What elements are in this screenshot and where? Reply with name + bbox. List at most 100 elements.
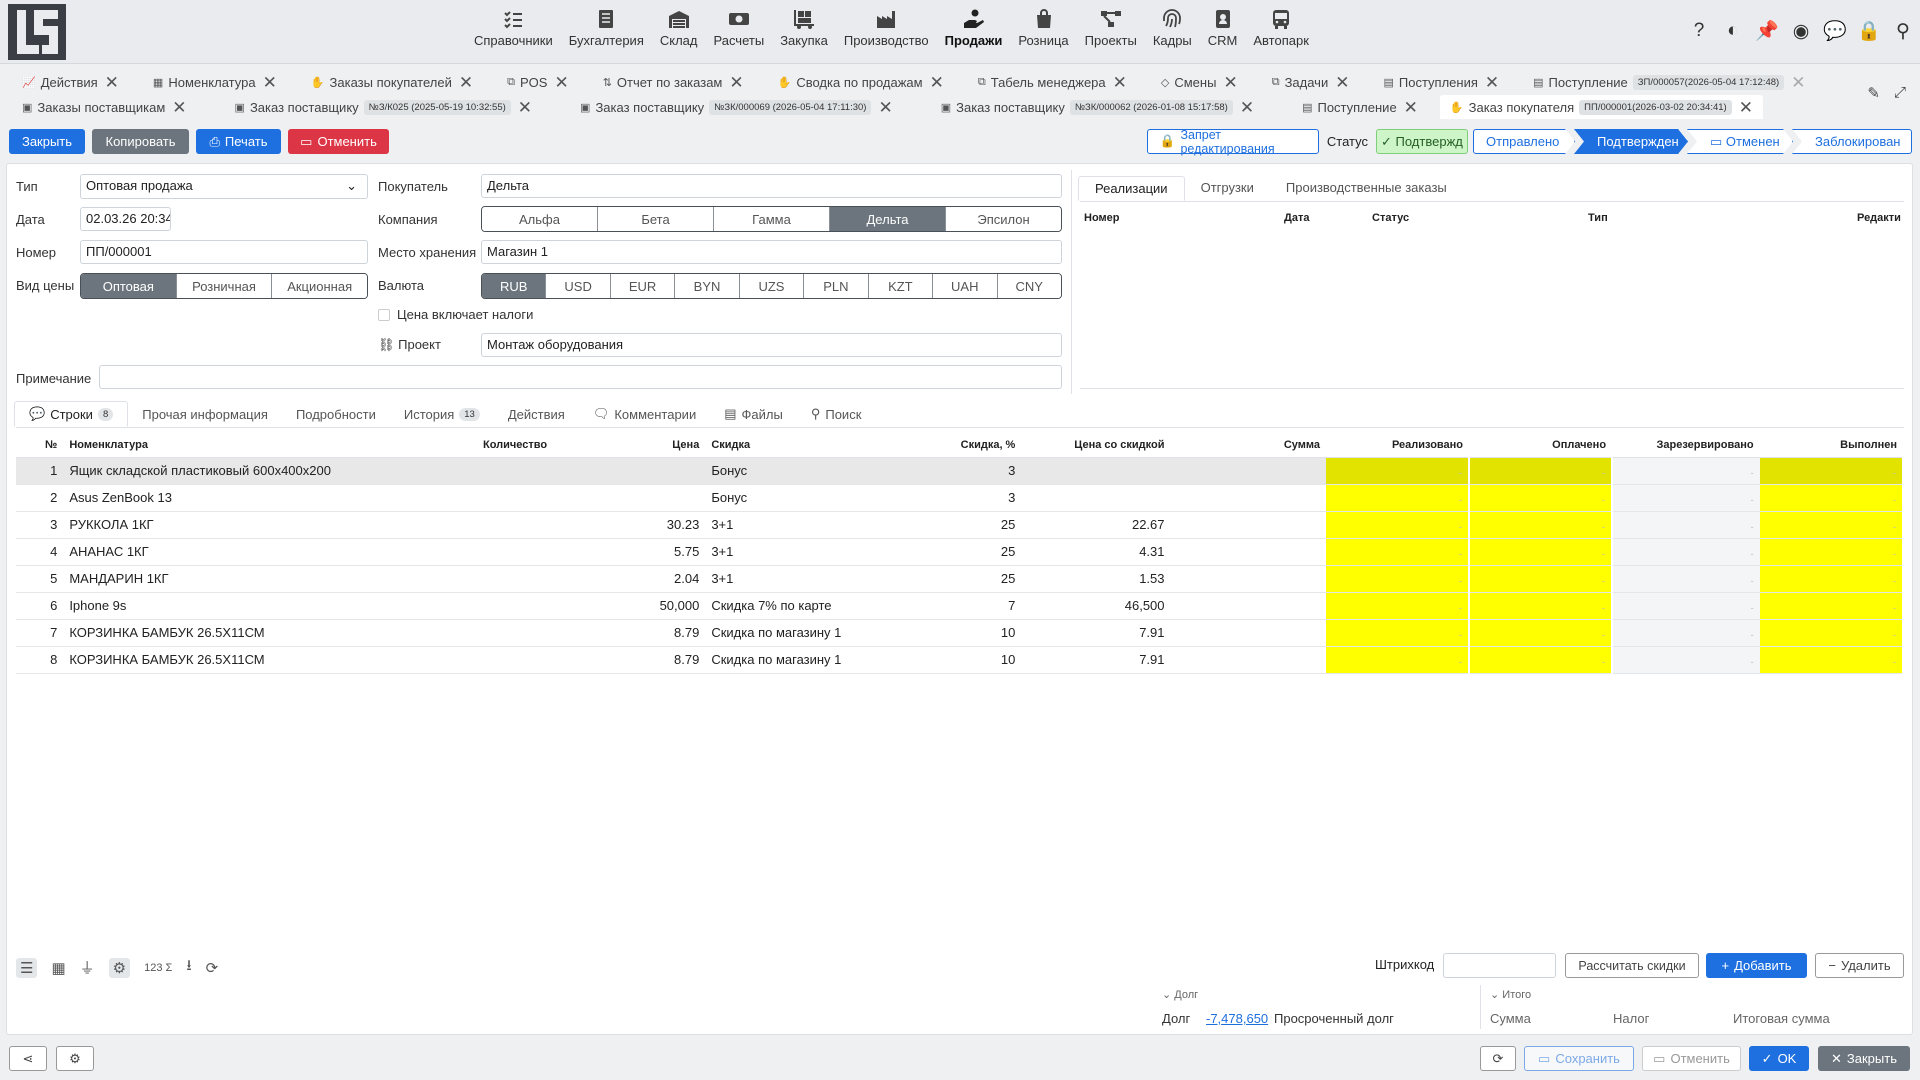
cell-index[interactable]: 2 [16, 484, 64, 512]
tab-customer-order[interactable]: ✋ Заказ покупателя ПП/000001(2026-03-02 20… [1439, 95, 1763, 119]
cell-discount-pct[interactable]: 3 [890, 484, 1022, 512]
close-icon[interactable]: ✕ [729, 74, 743, 91]
print-button[interactable]: ⎙ Печать [196, 129, 281, 154]
tab-nomenclature[interactable]: ▦ Номенклатура ✕ [149, 70, 281, 94]
close-icon[interactable]: ✕ [1335, 74, 1349, 91]
cell-quantity[interactable] [477, 484, 584, 512]
cell-price[interactable]: 8.79 [583, 646, 706, 674]
step-blocked[interactable]: Заблокирован [1792, 129, 1912, 154]
close-icon[interactable]: ✕ [172, 99, 186, 116]
cell-discount[interactable]: Бонус [705, 484, 891, 512]
col-discounted-price[interactable]: Цена со скидкой [1021, 433, 1171, 458]
tab-receipts[interactable]: ▤ Поступления ✕ [1379, 70, 1503, 94]
menu-references[interactable]: Справочники [466, 8, 561, 48]
sync-icon[interactable]: ⟳ [206, 959, 219, 977]
close-icon[interactable]: ✕ [518, 99, 532, 116]
currency-rub[interactable]: RUB [482, 274, 547, 298]
help-icon[interactable]: ? [1688, 20, 1710, 42]
tab-actions[interactable]: Действия [494, 403, 579, 426]
cell-index[interactable]: 6 [16, 592, 64, 620]
cell-realized[interactable]: - [1326, 619, 1471, 647]
status-badge[interactable]: ✓ Подтвержд [1376, 129, 1468, 154]
col-quantity[interactable]: Количество [477, 433, 584, 458]
cell-realized[interactable]: - [1326, 484, 1471, 512]
cell-discount-pct[interactable]: 10 [890, 646, 1022, 674]
currency-eur[interactable]: EUR [610, 274, 676, 298]
cell-quantity[interactable] [477, 538, 584, 566]
cell-reserved[interactable]: - [1612, 538, 1760, 566]
menu-payments[interactable]: Расчеты [705, 8, 772, 48]
price-kind-promo[interactable]: Акционная [272, 274, 367, 298]
cell-quantity[interactable] [477, 646, 584, 674]
cell-paid[interactable]: - [1469, 457, 1614, 485]
save-button[interactable]: ▭ Сохранить [1524, 1046, 1634, 1071]
cell-paid[interactable]: - [1469, 619, 1614, 647]
col-nomenclature[interactable]: Номенклатура [63, 433, 478, 458]
tab-customer-orders[interactable]: ✋ Заказы покупателей ✕ [307, 70, 477, 94]
currency-usd[interactable]: USD [546, 274, 611, 298]
cell-discounted-price[interactable]: 22.67 [1021, 511, 1171, 539]
table-row[interactable]: 5 МАНДАРИН 1КГ 2.04 3+1 25 1.53 - - - - [16, 565, 1905, 593]
cell-discount[interactable]: 3+1 [705, 565, 891, 593]
cell-sum[interactable] [1170, 538, 1327, 566]
eye-icon[interactable]: ◉ [1790, 20, 1812, 42]
currency-cny[interactable]: CNY [997, 274, 1061, 298]
cell-nomenclature[interactable]: Asus ZenBook 13 [63, 484, 478, 512]
table-row[interactable]: 7 КОРЗИНКА БАМБУК 26.5Х11СМ 8.79 Скидка по … [16, 619, 1905, 647]
cell-discount[interactable]: Скидка по магазину 1 [705, 619, 891, 647]
cell-price[interactable]: 8.79 [583, 619, 706, 647]
col-type[interactable]: Тип [1588, 212, 1608, 224]
cell-price[interactable]: 50,000 [583, 592, 706, 620]
close-icon[interactable]: ✕ [1113, 74, 1127, 91]
tab-realizations[interactable]: Реализации [1078, 176, 1185, 201]
expand-icon[interactable]: ⤢ [1894, 84, 1906, 102]
cell-discounted-price[interactable]: 1.53 [1021, 565, 1171, 593]
cell-reserved[interactable]: - [1612, 511, 1760, 539]
table-row[interactable]: 8 КОРЗИНКА БАМБУК 26.5Х11СМ 8.79 Скидка по … [16, 646, 1905, 674]
cell-done[interactable]: - [1759, 457, 1905, 485]
cell-done[interactable]: - [1759, 484, 1905, 512]
cancel-document-button[interactable]: ▭ Отменить [288, 129, 389, 154]
cell-sum[interactable] [1170, 484, 1327, 512]
cell-reserved[interactable]: - [1612, 457, 1760, 485]
cell-discount[interactable]: 3+1 [705, 511, 891, 539]
step-cancelled[interactable]: ▭ Отменен [1687, 129, 1793, 154]
col-editor[interactable]: Редакти [1857, 212, 1901, 224]
table-row[interactable]: 6 Iphone 9s 50,000 Скидка 7% по карте 7 46,50… [16, 592, 1905, 620]
list-view-icon[interactable]: ☰ [16, 957, 38, 978]
cell-discounted-price[interactable]: 7.91 [1021, 619, 1171, 647]
date-field[interactable]: 02.03.26 20:34 [80, 207, 171, 231]
tab-supplier-order-2[interactable]: ▣ Заказ поставщику №ЗК/000069 (2026-05-04 … [576, 95, 897, 119]
menu-hr[interactable]: Кадры [1145, 8, 1200, 48]
price-kind-retail[interactable]: Розничная [176, 274, 273, 298]
currency-byn[interactable]: BYN [675, 274, 740, 298]
cell-reserved[interactable]: - [1612, 592, 1760, 620]
menu-sales[interactable]: Продажи [937, 8, 1011, 48]
close-icon[interactable]: ✕ [1485, 74, 1499, 91]
tab-tasks[interactable]: ⧉ Задачи ✕ [1268, 70, 1354, 94]
tab-shifts[interactable]: ◇ Смены ✕ [1157, 70, 1242, 94]
cell-discounted-price[interactable]: 4.31 [1021, 538, 1171, 566]
cell-sum[interactable] [1170, 565, 1327, 593]
theme-contrast-icon[interactable]: ◐ [1722, 20, 1744, 42]
cell-quantity[interactable] [477, 565, 584, 593]
cell-discount[interactable]: Бонус [705, 457, 891, 485]
cell-discount-pct[interactable]: 25 [890, 511, 1022, 539]
cell-paid[interactable]: - [1469, 565, 1614, 593]
cell-nomenclature[interactable]: МАНДАРИН 1КГ [63, 565, 478, 593]
cell-realized[interactable]: - [1326, 457, 1471, 485]
cell-realized[interactable]: - [1326, 646, 1471, 674]
menu-accounting[interactable]: Бухгалтерия [561, 8, 652, 48]
cell-quantity[interactable] [477, 592, 584, 620]
copy-button[interactable]: Копировать [92, 129, 189, 154]
close-icon[interactable]: ✕ [105, 74, 119, 91]
company-epsilon[interactable]: Эпсилон [946, 207, 1061, 231]
tab-shipments[interactable]: Отгрузки [1185, 176, 1270, 201]
tab-actions[interactable]: 📈 Действия ✕ [18, 70, 123, 94]
cell-sum[interactable] [1170, 619, 1327, 647]
number-field[interactable]: ПП/000001 [80, 240, 368, 264]
tab-order-report[interactable]: ⇅ Отчет по заказам ✕ [599, 70, 748, 94]
col-date[interactable]: Дата [1284, 212, 1309, 224]
menu-projects[interactable]: Проекты [1077, 8, 1145, 48]
menu-fleet[interactable]: Автопарк [1245, 8, 1317, 48]
